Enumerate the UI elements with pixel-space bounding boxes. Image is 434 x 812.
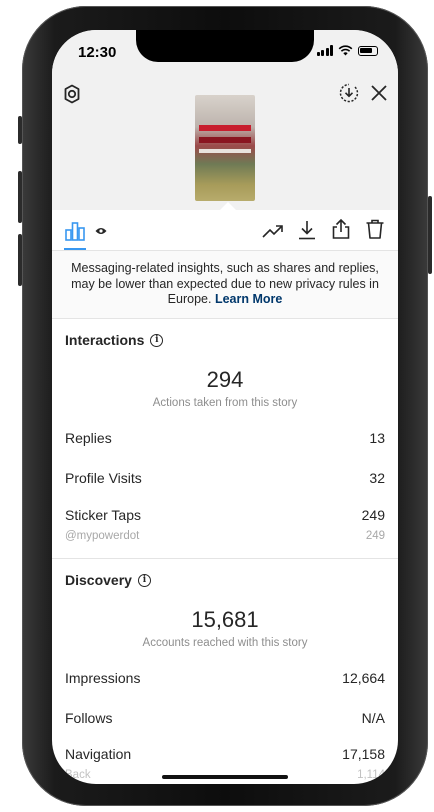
download-story-button[interactable]: [336, 80, 362, 106]
interactions-title-text: Interactions: [65, 332, 145, 348]
metric-row-follows: Follows N/A: [65, 710, 385, 726]
metric-value: N/A: [361, 710, 385, 726]
discovery-total: 15,681: [191, 607, 259, 632]
trash-icon: [366, 219, 384, 239]
interactions-total-caption: Actions taken from this story: [152, 397, 298, 409]
metric-sub-label: Back: [65, 769, 91, 781]
insights-toolbar: [52, 210, 398, 251]
metric-value: 13: [369, 430, 385, 446]
story-thumbnail[interactable]: [195, 95, 255, 201]
bar-chart-icon: [65, 222, 85, 241]
metric-row-replies: Replies 13: [65, 430, 385, 446]
status-time: 12:30: [78, 44, 117, 61]
power-button: [428, 196, 432, 274]
battery-icon: [358, 45, 378, 56]
gear-icon: [64, 84, 80, 104]
settings-button[interactable]: [60, 82, 84, 106]
mute-switch: [18, 116, 22, 144]
home-indicator[interactable]: [162, 775, 288, 779]
phone-screen: 12:30 Messaging-related insights, such a…: [52, 30, 398, 784]
thumbnail-pointer: [220, 202, 236, 210]
interactions-title: Interactions i: [65, 332, 164, 348]
info-icon[interactable]: i: [137, 573, 151, 587]
metric-value: 17,158: [342, 746, 385, 762]
metric-row-profile-visits: Profile Visits 32: [65, 470, 385, 486]
delete-button[interactable]: [362, 216, 388, 242]
discovery-title: Discovery i: [65, 572, 151, 588]
volume-up-button: [18, 171, 22, 223]
metric-sub-label: @mypowerdot: [65, 530, 140, 542]
interactions-total: 294: [206, 367, 244, 392]
status-icons: [316, 45, 378, 56]
wifi-icon: [338, 45, 353, 56]
close-button[interactable]: [366, 80, 392, 106]
notch: [136, 30, 314, 62]
learn-more-link[interactable]: Learn More: [215, 292, 282, 306]
share-button[interactable]: [328, 216, 354, 242]
metric-subrow-sticker-account: @mypowerdot 249: [65, 530, 385, 542]
download-icon: [299, 221, 315, 240]
discovery-title-text: Discovery: [65, 572, 132, 588]
signal-icon: [316, 45, 333, 56]
active-tab-indicator: [64, 248, 86, 250]
volume-down-button: [18, 234, 22, 286]
tab-insights[interactable]: [62, 218, 88, 244]
discovery-total-caption: Accounts reached with this story: [142, 637, 308, 649]
tab-viewers[interactable]: [92, 222, 110, 240]
metric-value: 249: [361, 507, 385, 523]
share-icon: [332, 218, 350, 239]
metric-label: Replies: [65, 430, 112, 446]
metric-label: Navigation: [65, 746, 132, 762]
metric-value: 12,664: [342, 670, 385, 686]
metric-sub-value: 249: [365, 530, 385, 542]
metric-sub-value: 1,114: [357, 769, 385, 781]
info-icon[interactable]: i: [150, 333, 164, 347]
metric-row-navigation: Navigation 17,158: [65, 746, 385, 762]
trending-up-icon: [262, 225, 283, 238]
metric-label: Profile Visits: [65, 470, 142, 486]
metric-label: Follows: [65, 710, 113, 726]
metric-label: Sticker Taps: [65, 507, 141, 523]
section-divider: [52, 558, 398, 559]
metric-row-sticker-taps: Sticker Taps 249: [65, 507, 385, 523]
save-button[interactable]: [294, 217, 320, 243]
download-circle-icon: [339, 83, 359, 103]
metric-row-impressions: Impressions 12,664: [65, 670, 385, 686]
eye-icon: [95, 228, 107, 234]
metric-label: Impressions: [65, 670, 141, 686]
close-icon: [371, 85, 387, 101]
privacy-notice: Messaging-related insights, such as shar…: [52, 251, 398, 319]
metric-value: 32: [369, 470, 385, 486]
promote-button[interactable]: [260, 218, 286, 244]
